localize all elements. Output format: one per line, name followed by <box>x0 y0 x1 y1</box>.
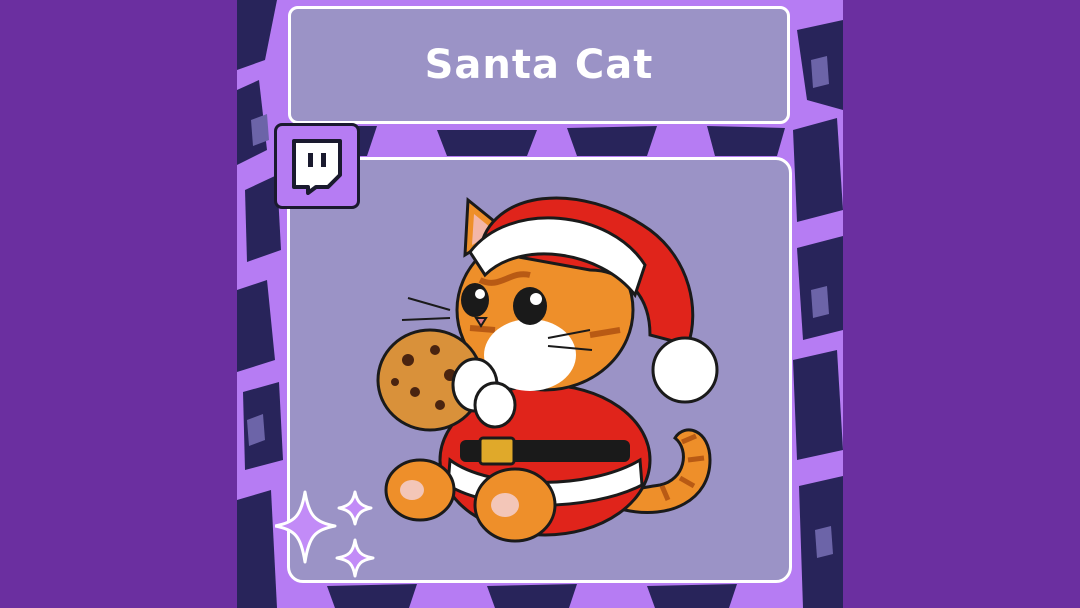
twitch-logo-icon <box>274 123 360 209</box>
page-title: Santa Cat <box>424 42 654 88</box>
twitch-logo-glyph <box>292 139 342 195</box>
poster: Santa Cat <box>237 0 843 608</box>
stage: Santa Cat <box>0 0 1080 608</box>
sparkle-icon <box>275 490 375 578</box>
title-panel: Santa Cat <box>288 6 790 124</box>
